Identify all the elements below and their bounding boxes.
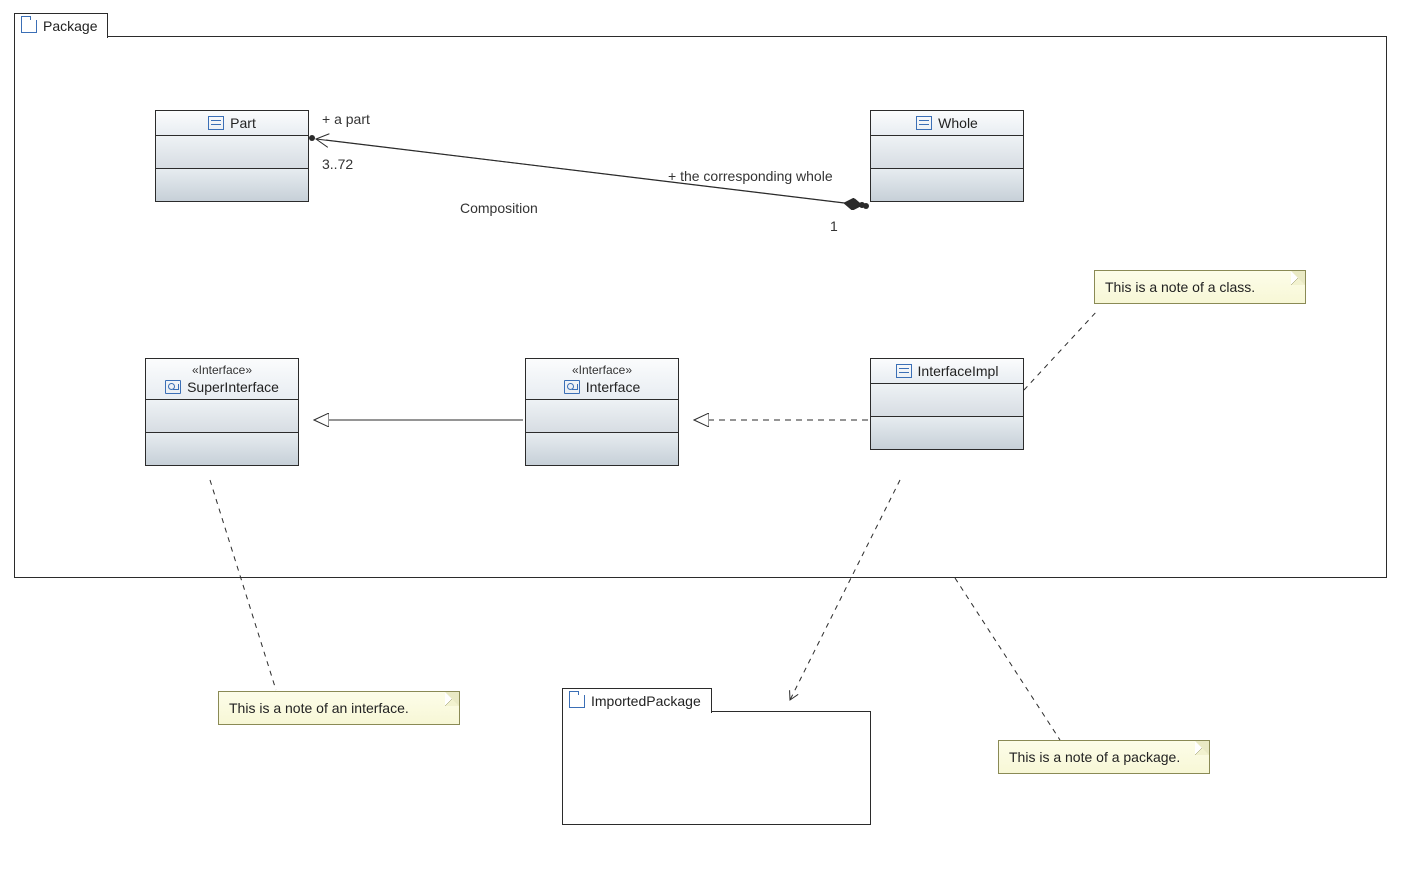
class-icon (916, 116, 932, 130)
note-package-text: This is a note of a package. (1009, 749, 1180, 765)
role-part: + a part (322, 111, 370, 127)
imported-package-tab[interactable]: ImportedPackage (562, 688, 712, 713)
stereotype-label: «Interface» (192, 363, 252, 377)
interface-mid-name: Interface (586, 379, 640, 395)
package-tab[interactable]: Package (14, 13, 108, 38)
interface-icon (564, 380, 580, 394)
class-part-name: Part (230, 115, 256, 131)
note-interface-text: This is a note of an interface. (229, 700, 409, 716)
note-package[interactable]: This is a note of a package. (998, 740, 1210, 774)
class-icon (208, 116, 224, 130)
folder-icon (569, 695, 585, 708)
class-interface-impl[interactable]: InterfaceImpl (870, 358, 1024, 450)
stereotype-label: «Interface» (572, 363, 632, 377)
mult-part: 3..72 (322, 156, 353, 172)
imported-package-frame[interactable]: ImportedPackage (562, 711, 871, 825)
class-icon (896, 364, 912, 378)
folder-icon (21, 20, 37, 33)
class-whole[interactable]: Whole (870, 110, 1024, 202)
mult-whole: 1 (830, 218, 838, 234)
note-class[interactable]: This is a note of a class. (1094, 270, 1306, 304)
uml-canvas: Package Part Whole «Interface» SuperInte… (0, 0, 1417, 881)
class-whole-name: Whole (938, 115, 978, 131)
note-interface[interactable]: This is a note of an interface. (218, 691, 460, 725)
class-part[interactable]: Part (155, 110, 309, 202)
interface-mid[interactable]: «Interface» Interface (525, 358, 679, 466)
package-title: Package (43, 18, 97, 34)
class-interface-impl-name: InterfaceImpl (918, 363, 999, 379)
interface-icon (165, 380, 181, 394)
interface-super[interactable]: «Interface» SuperInterface (145, 358, 299, 466)
role-whole: + the corresponding whole (668, 168, 833, 184)
interface-super-name: SuperInterface (187, 379, 279, 395)
imported-package-title: ImportedPackage (591, 693, 701, 709)
note-class-text: This is a note of a class. (1105, 279, 1255, 295)
assoc-name: Composition (460, 200, 538, 216)
